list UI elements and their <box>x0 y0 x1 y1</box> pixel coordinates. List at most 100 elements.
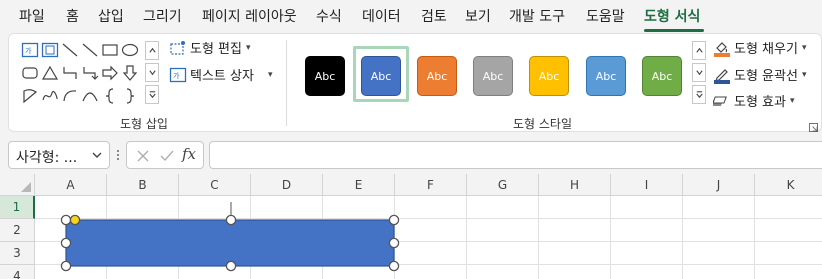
line-shape-2-icon[interactable] <box>81 41 99 59</box>
chevron-down-icon: ▾ <box>789 95 795 106</box>
shapes-gallery-scroll-up-button[interactable] <box>145 41 159 60</box>
resize-handle-bottom-left <box>60 260 72 272</box>
left-brace-shape-icon[interactable] <box>101 87 119 105</box>
chevron-down-icon <box>148 70 156 76</box>
row-header-1[interactable]: 1 <box>0 196 35 219</box>
column-header-b[interactable]: B <box>107 174 179 196</box>
tab-shape-format[interactable]: 도형 서식 <box>644 7 700 27</box>
chevron-down-icon: ▾ <box>801 69 807 80</box>
tab-file[interactable]: 파일 <box>19 7 45 27</box>
tab-page-layout[interactable]: 페이지 레이아웃 <box>202 7 297 27</box>
insert-shapes-group-label: 도형 삽입 <box>120 117 168 131</box>
column-header-k[interactable]: K <box>755 174 822 196</box>
rectangle-shape-icon[interactable] <box>101 41 119 59</box>
resize-handle-left <box>60 237 72 249</box>
name-box[interactable]: 사각형: ... <box>8 141 110 169</box>
tab-home[interactable]: 홈 <box>66 7 79 27</box>
shape-style-light-blue[interactable]: Abc <box>586 56 626 96</box>
style-gallery-more-button[interactable] <box>692 85 706 104</box>
resize-handle-top-right <box>388 214 400 226</box>
paint-bucket-icon <box>713 39 731 57</box>
column-header-g[interactable]: G <box>467 174 539 196</box>
text-box-label: 텍스트 상자 <box>190 69 254 84</box>
active-tab-indicator <box>644 29 704 32</box>
column-header-d[interactable]: D <box>251 174 323 196</box>
tab-insert[interactable]: 삽입 <box>98 7 124 27</box>
tab-draw[interactable]: 그리기 <box>143 7 182 27</box>
select-all-button[interactable] <box>0 174 35 196</box>
shape-style-orange[interactable]: Abc <box>417 56 457 96</box>
shapes-gallery-more-button[interactable] <box>145 85 159 104</box>
oval-shape-icon[interactable] <box>121 41 139 59</box>
column-header-a[interactable]: A <box>35 174 107 196</box>
style-gallery-scroll-down-button[interactable] <box>692 63 706 82</box>
shape-style-blue-selected[interactable]: Abc <box>361 56 401 96</box>
column-header-e[interactable]: E <box>323 174 395 196</box>
shape-style-gray[interactable]: Abc <box>473 56 513 96</box>
svg-text:가: 가 <box>173 71 180 80</box>
shape-outline-button[interactable]: 도형 윤곽선 ▾ <box>713 65 806 84</box>
name-box-value: 사각형: ... <box>16 150 78 166</box>
shape-effects-icon <box>713 92 731 110</box>
chevron-up-icon <box>148 47 156 53</box>
resize-handle-top-left <box>60 214 72 226</box>
shapes-gallery-scroll-down-button[interactable] <box>145 63 159 82</box>
elbow-arrow-shape-icon[interactable] <box>81 64 99 82</box>
resize-handle-right <box>388 237 400 249</box>
chevron-down-icon: ▾ <box>245 42 251 53</box>
tab-view[interactable]: 보기 <box>465 7 491 27</box>
column-header-i[interactable]: I <box>611 174 683 196</box>
formula-input[interactable] <box>209 141 822 169</box>
column-header-c[interactable]: C <box>179 174 251 196</box>
shape-fill-button[interactable]: 도형 채우기 ▾ <box>713 38 806 57</box>
rectangle-shape[interactable] <box>55 202 407 274</box>
formula-bar-splitter-handle[interactable] <box>116 146 120 164</box>
triangle-shape-icon[interactable] <box>41 64 59 82</box>
shape-effects-button[interactable]: 도형 효과 ▾ <box>713 91 795 110</box>
shape-fill-label: 도형 채우기 <box>734 42 798 57</box>
insert-function-button[interactable]: fx <box>182 145 196 163</box>
shape-effects-label: 도형 효과 <box>734 95 786 110</box>
svg-text:가: 가 <box>25 46 32 55</box>
column-header-f[interactable]: F <box>395 174 467 196</box>
shape-style-green[interactable]: Abc <box>642 56 682 96</box>
textbox-shape-icon[interactable]: 가 <box>21 41 39 59</box>
tab-review[interactable]: 검토 <box>421 7 447 27</box>
line-shape-icon[interactable] <box>61 41 79 59</box>
right-arrow-shape-icon[interactable] <box>101 64 119 82</box>
resize-handle-bottom <box>225 260 237 272</box>
style-gallery-scroll-up-button[interactable] <box>692 41 706 60</box>
scribble-shape-icon[interactable] <box>41 87 59 105</box>
shape-styles-dialog-launcher-icon[interactable] <box>809 117 818 132</box>
right-brace-shape-icon[interactable] <box>121 87 139 105</box>
resize-handle-bottom-right <box>388 260 400 272</box>
shapes-gallery: 가 <box>21 41 145 107</box>
tab-developer[interactable]: 개발 도구 <box>509 7 565 27</box>
shape-styles-group-label: 도형 스타일 <box>513 117 573 131</box>
chevron-down-icon <box>695 70 703 76</box>
row-header-2[interactable]: 2 <box>0 219 35 242</box>
vertical-textbox-shape-icon[interactable] <box>41 41 59 59</box>
worksheet-grid[interactable]: A B C D E F G H I J K 1 2 3 4 <box>0 174 822 279</box>
enter-check-icon[interactable] <box>159 148 175 164</box>
row-header-4[interactable]: 4 <box>0 265 35 279</box>
resize-handle-top <box>225 214 237 226</box>
column-header-h[interactable]: H <box>539 174 611 196</box>
cancel-icon[interactable] <box>135 148 151 164</box>
tab-data[interactable]: 데이터 <box>362 7 401 27</box>
arc-shape-icon[interactable] <box>61 87 79 105</box>
pen-outline-icon <box>713 66 731 84</box>
column-header-j[interactable]: J <box>683 174 755 196</box>
text-box-button[interactable]: 가 텍스트 상자 ▾ <box>169 65 272 84</box>
tab-help[interactable]: 도움말 <box>586 7 625 27</box>
elbow-connector-shape-icon[interactable] <box>61 64 79 82</box>
shape-style-gold[interactable]: Abc <box>529 56 569 96</box>
shape-style-black[interactable]: Abc <box>305 56 345 96</box>
tab-formulas[interactable]: 수식 <box>316 7 342 27</box>
row-header-3[interactable]: 3 <box>0 242 35 265</box>
edit-shape-button[interactable]: 도형 편집 ▾ <box>169 38 251 57</box>
freeform-shape-icon[interactable] <box>21 87 39 105</box>
rounded-rectangle-shape-icon[interactable] <box>21 64 39 82</box>
down-arrow-shape-icon[interactable] <box>121 64 139 82</box>
curve-shape-icon[interactable] <box>81 87 99 105</box>
